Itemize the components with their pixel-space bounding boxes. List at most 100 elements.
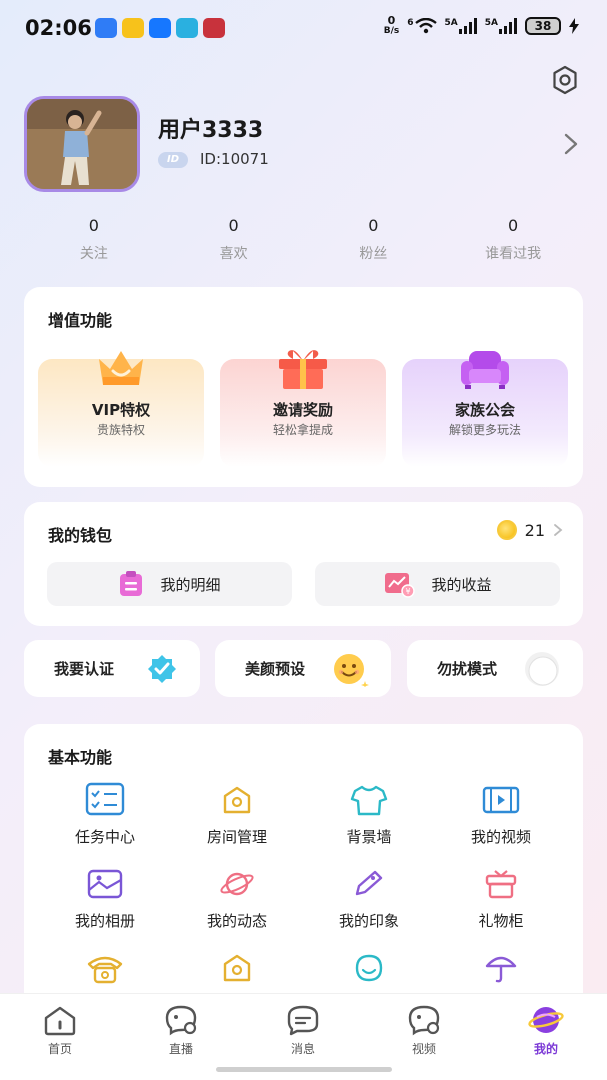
stat-fans[interactable]: 0 粉丝 bbox=[304, 216, 444, 263]
sofa-icon bbox=[461, 351, 509, 389]
item-label: 我的动态 bbox=[206, 912, 267, 930]
tab-mine[interactable]: 我的 bbox=[506, 1004, 586, 1057]
profile-planet-icon bbox=[528, 1007, 564, 1033]
wifi-icon: 6 bbox=[407, 18, 437, 34]
stat-visitors[interactable]: 0 谁看过我 bbox=[443, 216, 583, 263]
item-label: 我的印象 bbox=[338, 912, 399, 930]
room-icon bbox=[223, 954, 251, 982]
umbrella-item[interactable] bbox=[436, 950, 566, 994]
drop-item[interactable] bbox=[304, 950, 434, 994]
sim1-label: 5A bbox=[444, 18, 458, 28]
item-label: 任务中心 bbox=[74, 828, 135, 846]
coin-balance[interactable]: 21 bbox=[496, 520, 563, 540]
home-indicator[interactable] bbox=[216, 1067, 392, 1072]
id-badge: ID bbox=[158, 152, 188, 168]
crown-icon bbox=[99, 351, 143, 385]
invite-reward-card[interactable]: 邀请奖励 轻松拿提成 bbox=[220, 350, 386, 467]
profile-chevron-right-icon[interactable] bbox=[563, 132, 579, 156]
film-icon bbox=[482, 786, 520, 814]
task-list-icon bbox=[85, 782, 125, 816]
family-guild-card[interactable]: 家族公会 解锁更多玩法 bbox=[402, 351, 568, 467]
stat-likes[interactable]: 0 喜欢 bbox=[164, 216, 304, 263]
tile-label: 勿扰模式 bbox=[437, 660, 498, 678]
wallet-card: 我的钱包 21 我的明细 ¥ 我的收益 bbox=[24, 502, 583, 626]
mail-notification-icon bbox=[122, 18, 144, 38]
feature-title: VIP特权 bbox=[91, 401, 151, 419]
tab-label: 消息 bbox=[290, 1042, 315, 1056]
umbrella-icon bbox=[485, 956, 517, 983]
net-speed: 0 B/s bbox=[384, 15, 400, 36]
coin-icon bbox=[496, 520, 517, 540]
svg-text:¥: ¥ bbox=[406, 587, 411, 596]
tab-home[interactable]: 首页 bbox=[20, 1004, 100, 1057]
item-label: 背景墙 bbox=[346, 828, 392, 846]
smiley-face-icon bbox=[334, 653, 369, 687]
home-icon bbox=[44, 1006, 76, 1036]
alipay-notification-icon bbox=[149, 18, 171, 38]
my-moments-item[interactable]: 我的动态 bbox=[172, 866, 302, 931]
stat-label: 粉丝 bbox=[359, 246, 388, 262]
status-right: 0 B/s 6 5A 5A 38 bbox=[384, 15, 579, 36]
tab-videos[interactable]: 视频 bbox=[384, 1004, 464, 1057]
stat-following[interactable]: 0 关注 bbox=[24, 216, 164, 263]
tab-label: 视频 bbox=[411, 1042, 436, 1056]
tab-messages[interactable]: 消息 bbox=[263, 1004, 343, 1057]
gift-cabinet-icon bbox=[485, 870, 517, 899]
photo-album-icon bbox=[87, 869, 123, 899]
feature-title: 家族公会 bbox=[454, 401, 515, 419]
message-icon bbox=[287, 1005, 319, 1036]
feature-subtitle: 贵族特权 bbox=[96, 423, 145, 437]
telephone-icon bbox=[87, 956, 123, 984]
gift-cabinet-item[interactable]: 礼物柜 bbox=[436, 866, 566, 931]
charging-icon bbox=[569, 18, 579, 34]
game-notification-icon bbox=[203, 18, 225, 38]
toggle-icon[interactable] bbox=[523, 649, 561, 689]
tab-live[interactable]: 直播 bbox=[141, 1004, 221, 1057]
tile-label: 美颜预设 bbox=[245, 660, 306, 678]
drop-icon bbox=[355, 954, 383, 982]
notification-icons bbox=[95, 18, 225, 38]
room-item-2[interactable] bbox=[172, 950, 302, 994]
signal-1: 5A bbox=[445, 18, 477, 34]
button-label: 我的收益 bbox=[431, 575, 492, 594]
chevron-right-icon bbox=[554, 524, 563, 536]
background-wall-item[interactable]: 背景墙 bbox=[304, 782, 434, 847]
settings-gear-icon[interactable] bbox=[549, 64, 581, 96]
my-details-button[interactable]: 我的明细 bbox=[47, 562, 292, 606]
sim2-label: 5A bbox=[484, 18, 498, 28]
gift-icon bbox=[279, 350, 327, 389]
stat-label: 喜欢 bbox=[219, 246, 248, 262]
verified-badge-icon bbox=[148, 654, 176, 683]
tab-label: 我的 bbox=[533, 1042, 558, 1056]
my-impression-item[interactable]: 我的印象 bbox=[304, 866, 434, 931]
do-not-disturb-tile[interactable]: 勿扰模式 bbox=[407, 640, 583, 697]
avatar[interactable] bbox=[24, 96, 140, 192]
section-title: 我的钱包 bbox=[48, 526, 113, 545]
telephone-item[interactable] bbox=[40, 950, 170, 994]
item-label: 我的视频 bbox=[470, 828, 531, 846]
stat-label: 关注 bbox=[79, 246, 108, 262]
my-album-item[interactable]: 我的相册 bbox=[40, 866, 170, 931]
beauty-preset-tile[interactable]: 美颜预设 bbox=[215, 640, 391, 697]
vip-privilege-card[interactable]: VIP特权 贵族特权 bbox=[38, 351, 204, 467]
button-label: 我的明细 bbox=[160, 575, 221, 594]
my-earnings-button[interactable]: ¥ 我的收益 bbox=[315, 562, 560, 606]
wifi-label: 6 bbox=[407, 18, 414, 28]
planet-icon bbox=[220, 872, 254, 896]
my-videos-item[interactable]: 我的视频 bbox=[436, 782, 566, 847]
stat-value: 0 bbox=[368, 216, 379, 235]
signal-2: 5A bbox=[485, 18, 517, 34]
app-notification-icon bbox=[176, 18, 198, 38]
value-added-card: 增值功能 VIP特权 贵族特权 邀请奖励 轻松拿提成 家族公会 解锁更多玩法 bbox=[24, 287, 583, 487]
task-center-item[interactable]: 任务中心 bbox=[40, 782, 170, 847]
status-bar: 02:06 0 B/s 6 5A 5A 38 bbox=[0, 0, 607, 58]
username: 用户3333 bbox=[158, 118, 264, 143]
verification-tile[interactable]: 我要认证 bbox=[24, 640, 200, 697]
feature-subtitle: 轻松拿提成 bbox=[272, 423, 333, 437]
chat-notification-icon bbox=[95, 18, 117, 38]
stat-label: 谁看过我 bbox=[485, 246, 542, 262]
room-icon bbox=[223, 786, 251, 814]
room-management-item[interactable]: 房间管理 bbox=[172, 782, 302, 847]
basic-functions-card: 基本功能 任务中心 房间管理 背景墙 我的视频 我的相册 我的动态 我的印象 礼… bbox=[24, 724, 583, 1014]
section-title: 增值功能 bbox=[48, 311, 113, 330]
